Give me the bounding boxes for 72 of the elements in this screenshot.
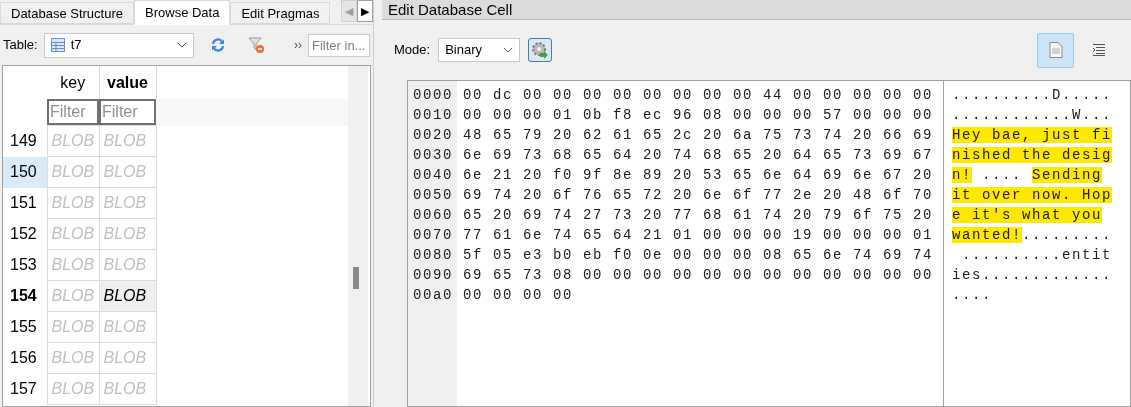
column-header[interactable]: key	[47, 66, 99, 99]
hex-offset: 0050	[413, 186, 453, 205]
filter-field[interactable]: Filter	[99, 99, 156, 125]
hex-offset: 0030	[413, 146, 453, 165]
more-chevron[interactable]: ››	[294, 36, 302, 54]
table-cell[interactable]: BLOB	[99, 280, 156, 312]
table-combo[interactable]: t7	[43, 32, 194, 58]
hex-bytes[interactable]: 6e 69 73 68 65 64 20 74 68 65 20 64 65 73 69 67	[463, 145, 934, 165]
apply-button[interactable]	[528, 38, 553, 62]
hex-offset: 0000	[413, 86, 453, 105]
ascii-text[interactable]: .........	[1022, 227, 1113, 243]
ascii-text[interactable]: Hey bae, just fi	[952, 127, 1113, 143]
caret-icon	[176, 42, 187, 48]
hex-offset: 00a0	[413, 286, 453, 305]
gear-icon	[531, 41, 550, 59]
hex-offset: 0090	[413, 266, 453, 285]
clear-filter-button[interactable]	[245, 35, 266, 55]
ascii-text[interactable]: it over now. Hop	[952, 187, 1113, 203]
row-number[interactable]: 156	[3, 342, 47, 374]
text-mode-button[interactable]	[1037, 32, 1074, 68]
ascii-text[interactable]: wanted!	[952, 227, 1022, 243]
filter-field[interactable]: Filter in...	[308, 33, 370, 57]
ascii-text[interactable]: ............W...	[952, 107, 1113, 123]
caret-icon	[503, 47, 514, 53]
hex-bytes[interactable]: 69 74 20 6f 76 65 72 20 6e 6f 77 2e 20 48 6f 70	[463, 185, 934, 205]
hex-offset: 0010	[413, 106, 453, 125]
hex-offset: 0070	[413, 226, 453, 245]
row-number[interactable]: 150	[3, 156, 47, 188]
row-number[interactable]: 152	[3, 218, 47, 250]
ascii-text[interactable]: nished the desig	[952, 147, 1113, 163]
row-number[interactable]: 154	[3, 280, 47, 312]
row-number[interactable]: 151	[3, 187, 47, 219]
tab[interactable]: Browse Data	[134, 0, 231, 25]
document-icon	[1048, 42, 1063, 58]
tab[interactable]: Edit Pragmas	[230, 2, 331, 24]
hex-bytes[interactable]: 48 65 79 20 62 61 65 2c 20 6a 75 73 74 20 66 69	[463, 125, 934, 145]
filter-field[interactable]: Filter	[47, 99, 99, 125]
scroll-right-button[interactable]: ▶	[357, 0, 373, 22]
ascii-text[interactable]: ies.............	[952, 267, 1113, 283]
ascii-text[interactable]: n!	[952, 167, 972, 183]
ascii-text[interactable]: ..........D.....	[952, 87, 1113, 103]
column-header[interactable]: value	[99, 66, 156, 99]
wrap-lines-icon	[1091, 44, 1106, 56]
hex-bytes[interactable]: 77 61 6e 74 65 64 21 01 00 00 00 19 00 00 00 01	[463, 225, 934, 245]
table-label: Table:	[3, 36, 38, 55]
hex-bytes[interactable]: 00 00 00 01 0b f8 ec 96 08 00 00 00 57 00 00 00	[463, 105, 934, 125]
row-number[interactable]: 149	[3, 125, 47, 157]
hex-offset: 0020	[413, 126, 453, 145]
panel-title: Edit Database Cell	[382, 0, 1131, 20]
hex-offset: 0040	[413, 166, 453, 185]
hex-bytes[interactable]: 69 65 73 08 00 00 00 00 00 00 00 00 00 00 00 00	[463, 265, 934, 285]
ascii-text[interactable]: ..........entit	[952, 247, 1113, 263]
row-number[interactable]: 157	[3, 373, 47, 405]
mode-select[interactable]: Binary	[438, 38, 521, 62]
ascii-text[interactable]: ....	[972, 167, 1033, 183]
funnel-icon	[246, 36, 265, 54]
mode-label: Mode:	[394, 41, 431, 60]
hex-offset: 0080	[413, 246, 453, 265]
row-number[interactable]: 155	[3, 311, 47, 343]
ascii-text[interactable]: Sending	[1032, 167, 1103, 183]
hex-bytes[interactable]: 65 20 69 74 27 73 20 77 68 61 74 20 79 6f 75 20	[463, 205, 934, 225]
hex-bytes[interactable]: 00 dc 00 00 00 00 00 00 00 00 44 00 00 00 00 00	[463, 85, 934, 105]
hex-bytes[interactable]: 6e 21 20 f0 9f 8e 89 20 53 65 6e 64 69 6e 67 20	[463, 165, 934, 185]
hex-bytes[interactable]: 00 00 00 00	[463, 285, 934, 305]
ascii-text[interactable]: ....	[952, 287, 992, 303]
table-icon	[50, 38, 65, 52]
hex-offset: 0060	[413, 206, 453, 225]
hex-bytes[interactable]: 5f 05 e3 b0 eb f0 0e 00 00 00 08 65 6e 74 69 74	[463, 245, 934, 265]
ascii-text[interactable]: e it's what you	[952, 207, 1103, 223]
tab[interactable]: Database Structure	[0, 2, 134, 24]
row-number[interactable]: 153	[3, 249, 47, 281]
scrollbar[interactable]	[348, 66, 368, 406]
